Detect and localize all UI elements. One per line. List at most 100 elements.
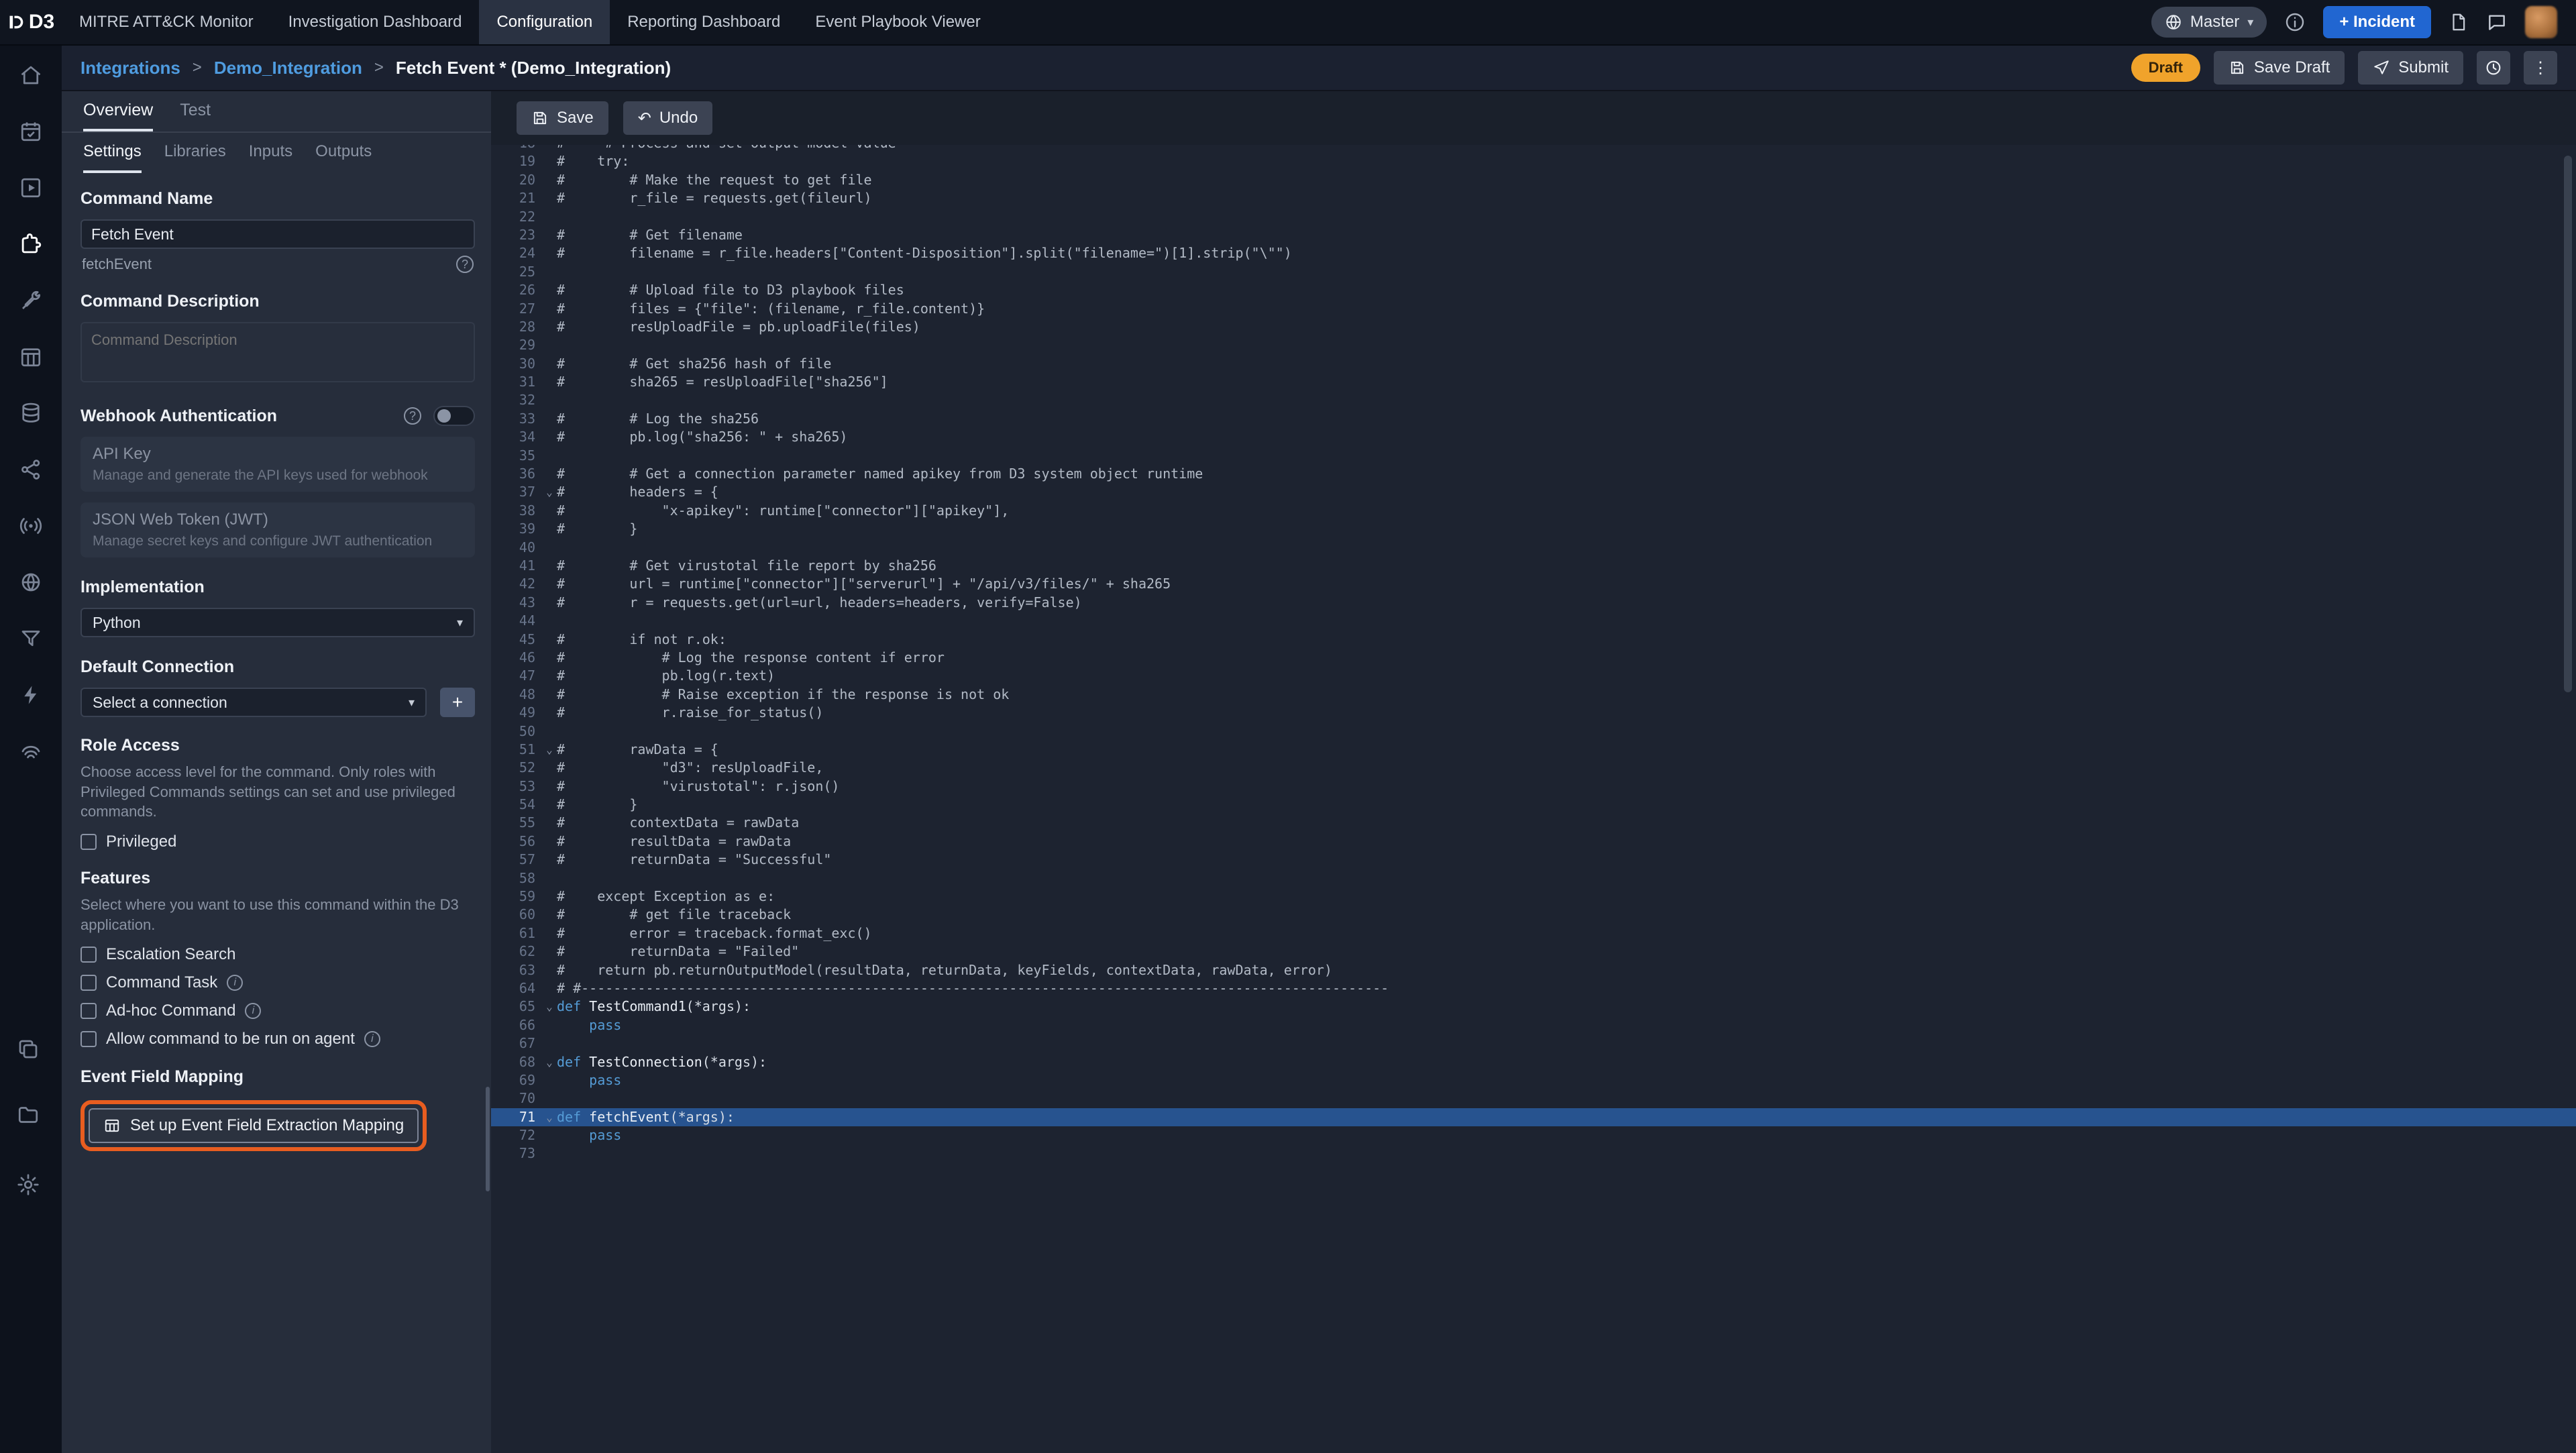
code-line[interactable]: 67 <box>491 1034 2576 1053</box>
line-number[interactable]: 45 <box>491 631 542 649</box>
tab-settings[interactable]: Settings <box>83 133 142 173</box>
fold-icon[interactable]: ⌄ <box>542 1108 557 1126</box>
line-number[interactable]: 62 <box>491 943 542 961</box>
code-line[interactable]: 34# pb.log("sha256: " + sha265) <box>491 428 2576 446</box>
line-number[interactable]: 25 <box>491 263 542 281</box>
info-icon[interactable]: i <box>245 1003 261 1019</box>
line-number[interactable]: 42 <box>491 575 542 593</box>
code-line[interactable]: 72 pass <box>491 1126 2576 1144</box>
code-line[interactable]: 27# files = {"file": (filename, r_file.c… <box>491 300 2576 318</box>
line-number[interactable]: 72 <box>491 1126 542 1144</box>
code-line[interactable]: 68⌄def TestConnection(*args): <box>491 1053 2576 1071</box>
code-line[interactable]: 49# r.raise_for_status() <box>491 704 2576 722</box>
line-number[interactable]: 63 <box>491 961 542 979</box>
code-line[interactable]: 73 <box>491 1144 2576 1163</box>
code-line[interactable]: 23# # Get filename <box>491 226 2576 244</box>
breadcrumb-integrations[interactable]: Integrations <box>80 58 180 78</box>
share-nodes-icon[interactable] <box>16 455 46 484</box>
line-number[interactable]: 52 <box>491 759 542 777</box>
event-field-mapping-button[interactable]: Set up Event Field Extraction Mapping <box>89 1108 419 1143</box>
playbook-icon[interactable] <box>16 173 46 203</box>
code-line[interactable]: 42# url = runtime["connector"]["serverur… <box>491 575 2576 593</box>
line-number[interactable]: 43 <box>491 594 542 612</box>
code-editor[interactable]: 18# # Process and set output model value… <box>491 145 2576 1453</box>
info-icon[interactable]: i <box>227 975 243 991</box>
nav-mitre-attack-monitor[interactable]: MITRE ATT&CK Monitor <box>62 0 271 44</box>
line-number[interactable]: 68 <box>491 1053 542 1071</box>
code-line[interactable]: 54# } <box>491 796 2576 814</box>
command-task-checkbox[interactable] <box>80 975 97 991</box>
line-number[interactable]: 69 <box>491 1071 542 1089</box>
code-line[interactable]: 31# sha265 = resUploadFile["sha256"] <box>491 373 2576 391</box>
line-number[interactable]: 28 <box>491 318 542 336</box>
code-line[interactable]: 55# contextData = rawData <box>491 814 2576 832</box>
code-line[interactable]: 71⌄def fetchEvent(*args): <box>491 1108 2576 1126</box>
line-number[interactable]: 67 <box>491 1034 542 1053</box>
line-number[interactable]: 41 <box>491 557 542 575</box>
broadcast-icon[interactable] <box>16 511 46 541</box>
line-number[interactable]: 55 <box>491 814 542 832</box>
line-number[interactable]: 18 <box>491 145 542 152</box>
privileged-checkbox[interactable] <box>80 834 97 850</box>
line-number[interactable]: 70 <box>491 1089 542 1108</box>
utility-tools-icon[interactable] <box>16 286 46 315</box>
line-number[interactable]: 26 <box>491 281 542 299</box>
line-number[interactable]: 73 <box>491 1144 542 1163</box>
new-incident-button[interactable]: + Incident <box>2323 6 2431 38</box>
line-number[interactable]: 54 <box>491 796 542 814</box>
panel-scrollbar[interactable] <box>486 1087 490 1191</box>
code-line[interactable]: 63# return pb.returnOutputModel(resultDa… <box>491 961 2576 979</box>
document-icon[interactable] <box>2449 12 2469 32</box>
info-icon[interactable]: i <box>364 1031 380 1047</box>
code-line[interactable]: 30# # Get sha256 hash of file <box>491 355 2576 373</box>
nav-investigation-dashboard[interactable]: Investigation Dashboard <box>271 0 480 44</box>
line-number[interactable]: 31 <box>491 373 542 391</box>
line-number[interactable]: 56 <box>491 832 542 851</box>
code-line[interactable]: 65⌄def TestCommand1(*args): <box>491 998 2576 1016</box>
code-line[interactable]: 59# except Exception as e: <box>491 887 2576 906</box>
nav-reporting-dashboard[interactable]: Reporting Dashboard <box>610 0 798 44</box>
line-number[interactable]: 44 <box>491 612 542 630</box>
command-description-input[interactable] <box>80 322 475 382</box>
master-branch-selector[interactable]: Master ▾ <box>2151 7 2267 38</box>
code-line[interactable]: 36# # Get a connection parameter named a… <box>491 465 2576 483</box>
line-number[interactable]: 66 <box>491 1016 542 1034</box>
database-icon[interactable] <box>16 398 46 428</box>
code-line[interactable]: 48# # Raise exception if the response is… <box>491 686 2576 704</box>
avatar[interactable] <box>2525 6 2557 38</box>
board-icon[interactable] <box>16 342 46 372</box>
line-number[interactable]: 38 <box>491 502 542 520</box>
calendar-check-icon[interactable] <box>16 117 46 146</box>
line-number[interactable]: 39 <box>491 520 542 538</box>
line-number[interactable]: 32 <box>491 391 542 409</box>
code-line[interactable]: 52# "d3": resUploadFile, <box>491 759 2576 777</box>
line-number[interactable]: 46 <box>491 649 542 667</box>
line-number[interactable]: 59 <box>491 887 542 906</box>
webhook-auth-toggle[interactable] <box>433 406 475 426</box>
line-number[interactable]: 58 <box>491 869 542 887</box>
code-line[interactable]: 35 <box>491 447 2576 465</box>
line-number[interactable]: 19 <box>491 152 542 170</box>
home-icon[interactable] <box>16 60 46 90</box>
code-line[interactable]: 28# resUploadFile = pb.uploadFile(files) <box>491 318 2576 336</box>
nav-event-playbook-viewer[interactable]: Event Playbook Viewer <box>798 0 998 44</box>
signal-waves-icon[interactable] <box>16 737 46 766</box>
save-button[interactable]: Save <box>517 101 608 135</box>
line-number[interactable]: 36 <box>491 465 542 483</box>
implementation-select[interactable]: Python ▾ <box>80 608 475 637</box>
line-number[interactable]: 20 <box>491 171 542 189</box>
code-line[interactable]: 22 <box>491 208 2576 226</box>
line-number[interactable]: 23 <box>491 226 542 244</box>
code-line[interactable]: 21# r_file = requests.get(fileurl) <box>491 189 2576 207</box>
fold-icon[interactable]: ⌄ <box>542 998 557 1016</box>
line-number[interactable]: 64 <box>491 979 542 998</box>
code-line[interactable]: 41# # Get virustotal file report by sha2… <box>491 557 2576 575</box>
fold-icon[interactable]: ⌄ <box>542 483 557 501</box>
line-number[interactable]: 27 <box>491 300 542 318</box>
help-icon[interactable]: ? <box>404 407 421 425</box>
save-draft-button[interactable]: Save Draft <box>2214 51 2345 85</box>
code-line[interactable]: 39# } <box>491 520 2576 538</box>
code-line[interactable]: 29 <box>491 336 2576 354</box>
automation-zap-icon[interactable] <box>16 680 46 710</box>
line-number[interactable]: 29 <box>491 336 542 354</box>
